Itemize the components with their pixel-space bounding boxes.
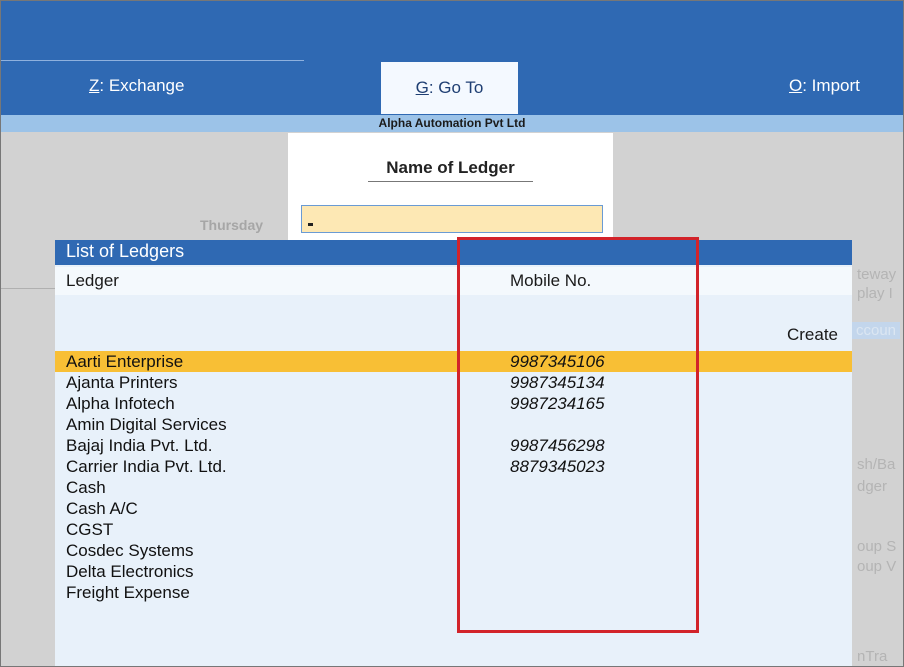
ledger-name: Amin Digital Services [66, 415, 227, 434]
list-item[interactable]: Cash [55, 477, 852, 498]
ledger-name: Ajanta Printers [66, 373, 178, 392]
exchange-label: : Exchange [99, 76, 185, 95]
text-cursor [308, 223, 313, 226]
ledger-name: Alpha Infotech [66, 394, 175, 413]
list-header-bar: List of Ledgers [55, 240, 852, 265]
background-ghost-text: play I [857, 285, 893, 302]
dialog-title: Name of Ledger [386, 158, 515, 177]
list-item[interactable]: Freight Expense [55, 582, 852, 603]
list-item[interactable]: Amin Digital Services [55, 414, 852, 435]
list-item[interactable]: Aarti Enterprise 9987345106 [55, 351, 852, 372]
exchange-shortcut-key: Z [89, 76, 100, 95]
ledger-name: Carrier India Pvt. Ltd. [66, 457, 227, 476]
tally-window: Z: Exchange G: Go To O: Import Alpha Aut… [0, 0, 904, 667]
ledger-name: CGST [66, 520, 114, 539]
title-underline [368, 181, 533, 182]
column-header-ledger: Ledger [66, 271, 119, 290]
goto-menu-button[interactable]: G: Go To [381, 62, 518, 114]
mobile-column-highlight-box [457, 237, 699, 633]
list-item[interactable]: Ajanta Printers 9987345134 [55, 372, 852, 393]
background-divider [0, 288, 60, 289]
background-ghost-text: teway [857, 266, 897, 283]
ledger-name: Freight Expense [66, 583, 190, 602]
create-option[interactable]: Create [787, 325, 838, 345]
import-label: : Import [802, 76, 860, 95]
company-name-bar: Alpha Automation Pvt Ltd [0, 115, 904, 132]
list-item[interactable]: CGST [55, 519, 852, 540]
list-item[interactable]: Carrier India Pvt. Ltd. 8879345023 [55, 456, 852, 477]
menu-divider [0, 60, 304, 61]
background-ghost-text: dger [857, 478, 888, 495]
background-ghost-text: sh/Ba [857, 456, 896, 473]
top-menu-bar: Z: Exchange G: Go To O: Import [0, 0, 904, 115]
list-item[interactable]: Delta Electronics [55, 561, 852, 582]
list-item[interactable]: Alpha Infotech 9987234165 [55, 393, 852, 414]
column-header-band [55, 267, 852, 295]
background-ghost-text: oup V [857, 558, 897, 575]
goto-label: : Go To [428, 78, 484, 97]
list-of-ledgers-panel: List of Ledgers Ledger Mobile No. Create… [55, 240, 852, 667]
exchange-menu-button[interactable]: Z: Exchange [89, 76, 184, 96]
ledger-name: Bajaj India Pvt. Ltd. [66, 436, 213, 455]
list-item[interactable]: Cosdec Systems [55, 540, 852, 561]
list-title: List of Ledgers [66, 241, 185, 261]
ledger-name: Cash A/C [66, 499, 138, 518]
list-item[interactable]: Cash A/C [55, 498, 852, 519]
import-menu-button[interactable]: O: Import [789, 76, 860, 96]
ledger-name: Aarti Enterprise [66, 352, 184, 371]
background-ghost-text: ccoun [852, 322, 901, 339]
background-ghost-text: nTra [857, 648, 888, 665]
ledger-name: Delta Electronics [66, 562, 194, 581]
import-shortcut-key: O [789, 76, 803, 95]
ledger-name: Cash [66, 478, 106, 497]
ledger-name: Cosdec Systems [66, 541, 194, 560]
name-of-ledger-dialog: Name of Ledger [288, 133, 613, 243]
ledger-name-input[interactable] [301, 205, 603, 233]
list-item[interactable]: Bajaj India Pvt. Ltd. 9987456298 [55, 435, 852, 456]
background-ghost-text: oup S [857, 538, 897, 555]
goto-shortcut-key: G [415, 78, 429, 97]
background-day-label: Thursday [200, 217, 264, 233]
